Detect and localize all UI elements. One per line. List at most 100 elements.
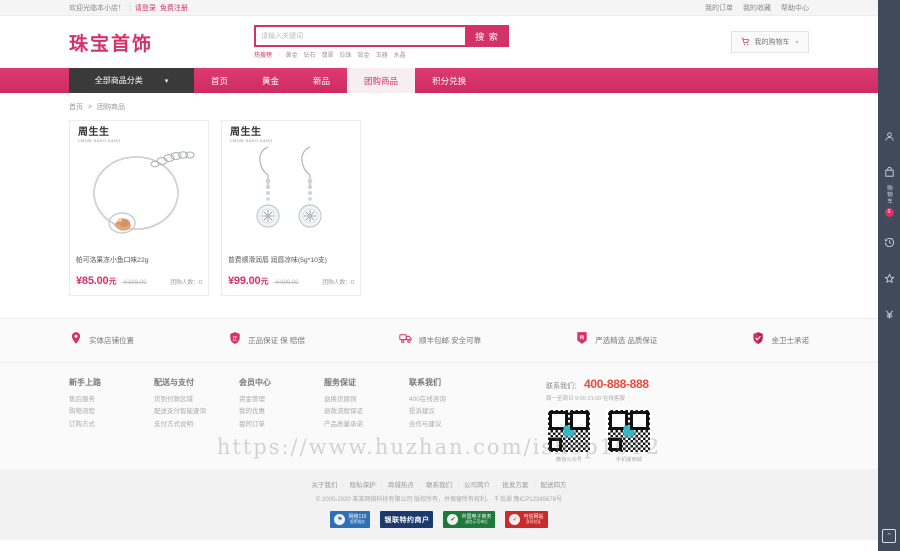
rail-item-user[interactable] xyxy=(878,120,900,156)
rail-item-favorites[interactable] xyxy=(878,262,900,298)
all-categories-button[interactable]: 全部商品分类 ▾ xyxy=(69,68,194,93)
help-center-link[interactable]: 帮助中心 xyxy=(781,3,809,13)
bottom-link[interactable]: 联系我们 xyxy=(426,482,452,489)
bottom-link[interactable]: 公司简介 xyxy=(464,482,490,489)
my-favorites-link[interactable]: 我的收藏 xyxy=(743,3,771,13)
product-image[interactable]: 周生生 CHOW SANG SANG xyxy=(222,121,360,253)
hot-keyword-2[interactable]: 翡翠 xyxy=(322,50,334,59)
bottom-link[interactable]: 批发方案 xyxy=(502,482,528,489)
topbar-left-group: 欢迎光临本小店！ | 请登录 免费注册 xyxy=(69,3,188,13)
product-card[interactable]: 周生生 CHOW SANG SANG xyxy=(221,120,361,296)
search-input[interactable] xyxy=(254,25,465,47)
badge-ecommerce-trust[interactable]: ✔ 中国电子商务 诚信示范单位 xyxy=(443,511,496,528)
footer-link[interactable]: 货到付款区域 xyxy=(154,394,239,406)
footer-link[interactable]: 配送支付智能查询 xyxy=(154,406,239,418)
footer-link[interactable]: 退款流程保证 xyxy=(324,406,409,418)
rail-item-cart[interactable]: 购物车 0 xyxy=(878,156,900,226)
bottom-link-sep: - xyxy=(418,482,421,489)
service-item-shipping[interactable]: 顺丰包邮 安全可靠 xyxy=(399,331,481,350)
footer-link[interactable]: 退换货原则 xyxy=(324,394,409,406)
copyright-text: © 2005-2020 某某网络科技有限公司 版权所有，并保留所有权利。 千岛湖… xyxy=(315,497,563,503)
contact-block: 联系我们： 400-888-888 周一至周日 9:00-21:00 在线客服 … xyxy=(546,377,736,463)
header-cart-button[interactable]: 我的购物车 ▾ xyxy=(731,31,809,53)
footer-column-title: 新手上路 xyxy=(69,378,101,387)
badge-network-police[interactable]: ⚑ 网络110 报警服务 xyxy=(330,511,371,528)
hot-keyword-6[interactable]: 水晶 xyxy=(394,50,406,59)
bottom-link[interactable]: 商城热点 xyxy=(388,482,414,489)
footer-link[interactable]: 400在线咨询 xyxy=(409,394,494,406)
bottom-link[interactable]: 隐私保护 xyxy=(350,482,376,489)
nav-item-home[interactable]: 首页 xyxy=(194,68,245,93)
service-item-quality[interactable]: 精 严选精选 品质保证 xyxy=(575,331,657,350)
product-image[interactable]: 周生生 CHOW SANG SANG xyxy=(70,121,208,253)
footer-link[interactable]: 资金管理 xyxy=(239,394,324,406)
bottom-link-sep: - xyxy=(457,482,460,489)
register-link[interactable]: 免费注册 xyxy=(160,3,188,13)
footer-link[interactable]: 产品质量承诺 xyxy=(324,419,409,431)
badge-text: 银联特约商户 xyxy=(384,516,430,524)
back-to-top-button[interactable]: ⌃ xyxy=(882,529,896,543)
badge-trusted-website[interactable]: ✓ 可信网站 身份验证 xyxy=(505,511,548,528)
qr-code-image xyxy=(546,408,592,454)
rail-item-history[interactable] xyxy=(878,226,900,262)
rail-item-price[interactable] xyxy=(878,298,900,334)
product-buyers-label: 团购人数 xyxy=(170,280,194,286)
footer-link[interactable]: 购物流程 xyxy=(69,406,154,418)
product-buyers: 团购人数：0 xyxy=(170,280,202,286)
nav-item-groupbuy[interactable]: 团购商品 xyxy=(347,68,416,93)
nav-item-new[interactable]: 新品 xyxy=(296,68,347,93)
footer-column-service: 服务保证 退换货原则 退款流程保证 产品质量承诺 xyxy=(324,377,409,463)
truck-icon xyxy=(399,331,413,350)
product-price-row: ¥85.00元 ￥888.00 团购人数：0 xyxy=(70,273,208,295)
service-item-guard[interactable]: 金卫士承诺 xyxy=(751,331,809,350)
hot-keyword-0[interactable]: 黄金 xyxy=(286,50,298,59)
nav-item-list: 首页 黄金 新品 团购商品 积分兑换 xyxy=(194,68,483,93)
service-item-authentic[interactable]: 正 正品保证 保 赔偿 xyxy=(228,331,305,350)
login-link[interactable]: 请登录 xyxy=(135,3,156,13)
product-title[interactable]: 帕可洛果冻小鱼口味22g xyxy=(70,253,208,273)
service-item-store-location[interactable]: 实体店铺位置 xyxy=(69,331,134,350)
product-buyers-count: 0 xyxy=(350,280,354,286)
footer-link[interactable]: 投诉建议 xyxy=(409,406,494,418)
product-brand: 周生生 CHOW SANG SANG xyxy=(230,127,273,143)
footer-link[interactable]: 我的优惠 xyxy=(239,406,324,418)
badge-unionpay[interactable]: 银联特约商户 xyxy=(380,511,434,528)
hot-keyword-4[interactable]: 铂金 xyxy=(358,50,370,59)
bottom-link-sep: - xyxy=(342,482,345,489)
my-orders-link[interactable]: 我的订单 xyxy=(705,3,733,13)
bottom-link-sep: - xyxy=(533,482,536,489)
shield-icon: ✓ xyxy=(509,514,521,525)
hot-keyword-1[interactable]: 钻石 xyxy=(304,50,316,59)
nav-item-gold[interactable]: 黄金 xyxy=(245,68,296,93)
breadcrumb: 首页 > 团购商品 xyxy=(69,93,809,120)
topbar-right-group: 我的订单 我的收藏 帮助中心 xyxy=(705,3,809,13)
product-title[interactable]: 普费顺滑润唇 润唇凉味(5g*10支) xyxy=(222,253,360,273)
hot-keyword-3[interactable]: 珍珠 xyxy=(340,50,352,59)
nav-item-points[interactable]: 积分兑换 xyxy=(415,68,483,93)
product-card[interactable]: 周生生 CHOW SANG SANG xyxy=(69,120,209,296)
search-area: 搜 索 热搜榜 | 黄金 钻石 翡翠 珍珠 铂金 玉器 水晶 xyxy=(254,25,509,59)
bottom-link[interactable]: 配送四方 xyxy=(541,482,567,489)
user-icon xyxy=(884,129,895,147)
breadcrumb-home[interactable]: 首页 xyxy=(69,104,83,111)
guard-shield-icon xyxy=(751,331,765,350)
header-cart-label: 我的购物车 xyxy=(754,39,790,46)
footer-link[interactable]: 我的订单 xyxy=(239,419,324,431)
bottom-link[interactable]: 关于我们 xyxy=(311,482,337,489)
chevron-down-icon: ▾ xyxy=(164,77,169,85)
hot-keywords-row: 热搜榜 | 黄金 钻石 翡翠 珍珠 铂金 玉器 水晶 xyxy=(254,50,509,60)
footer-column-contact: 联系我们 400在线咨询 投诉建议 合作与建议 xyxy=(409,377,494,463)
search-button[interactable]: 搜 索 xyxy=(465,25,509,47)
breadcrumb-current: 团购商品 xyxy=(97,104,125,111)
badge-line2: 身份验证 xyxy=(525,520,542,525)
footer-column-title: 会员中心 xyxy=(239,378,271,387)
footer-link[interactable]: 售后服务 xyxy=(69,394,154,406)
site-logo[interactable]: 珠宝首饰 xyxy=(69,29,254,56)
hot-keyword-5[interactable]: 玉器 xyxy=(376,50,388,59)
main-nav: 全部商品分类 ▾ 首页 黄金 新品 团购商品 积分兑换 xyxy=(0,68,878,93)
footer-link[interactable]: 合作与建议 xyxy=(409,419,494,431)
qr-caption: 手机版商城 xyxy=(616,457,642,463)
footer-link[interactable]: 订购方式 xyxy=(69,419,154,431)
footer-link[interactable]: 支付方式说明 xyxy=(154,419,239,431)
footer-column-member: 会员中心 资金管理 我的优惠 我的订单 xyxy=(239,377,324,463)
